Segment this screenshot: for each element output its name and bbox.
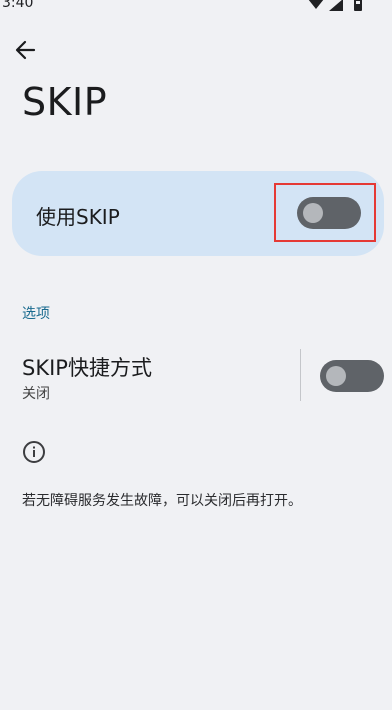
status-time: 3:40: [2, 0, 34, 11]
signal-icon: [328, 0, 343, 15]
shortcut-title: SKIP快捷方式: [22, 356, 152, 380]
wifi-icon: [308, 0, 324, 15]
highlight-annotation: [274, 183, 376, 242]
status-icons: [308, 0, 362, 15]
use-skip-label: 使用SKIP: [36, 205, 120, 229]
shortcut-switch[interactable]: [320, 360, 384, 392]
battery-icon: [354, 0, 362, 15]
back-button[interactable]: [12, 36, 40, 64]
page-title: SKIP: [22, 80, 108, 124]
info-icon: [22, 440, 46, 464]
switch-thumb: [326, 366, 346, 386]
status-bar: 3:40: [0, 0, 392, 14]
shortcut-status: 关闭: [22, 386, 50, 402]
footer-info-text: 若无障碍服务发生故障，可以关闭后再打开。: [22, 493, 302, 509]
back-arrow-icon: [15, 40, 36, 60]
row-divider: [300, 349, 301, 401]
options-section-header: 选项: [22, 306, 50, 322]
